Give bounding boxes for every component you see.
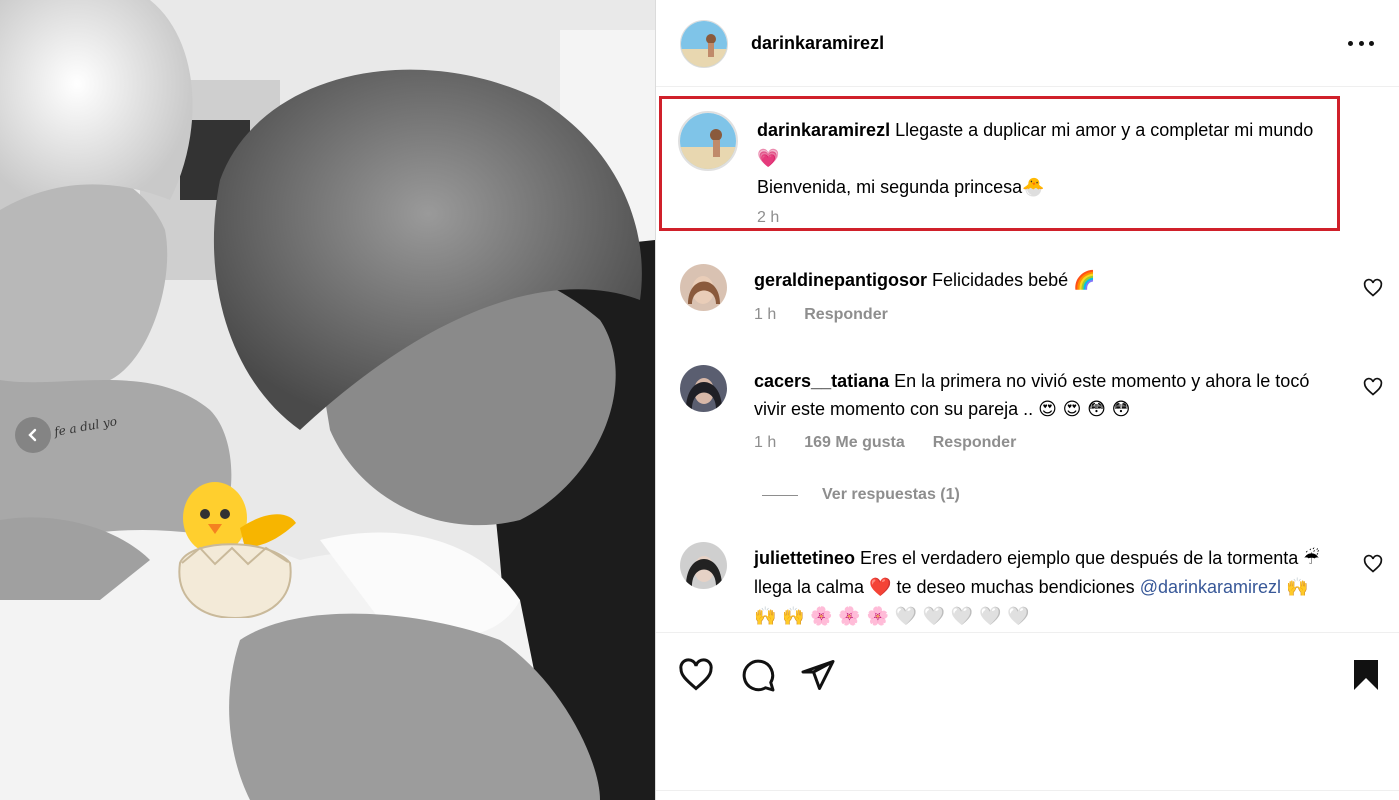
- reply-button[interactable]: Responder: [804, 306, 888, 324]
- heart-icon[interactable]: [678, 657, 714, 693]
- chick-emoji: 🐣: [1022, 177, 1045, 198]
- comment-time[interactable]: 1 h: [754, 434, 776, 452]
- bookmark-icon[interactable]: [1348, 657, 1384, 693]
- umbrella-emoji: ☔: [1303, 548, 1320, 569]
- post-photo[interactable]: fe a dul yo: [0, 0, 655, 800]
- comment-meta: 1 h 169 Me gusta Responder: [754, 434, 1016, 452]
- comment-username[interactable]: geraldinepantigosor: [754, 270, 927, 290]
- comment-body-c: te deseo muchas bendiciones: [896, 577, 1135, 597]
- avatar[interactable]: [678, 111, 738, 171]
- comment-username[interactable]: juliettetineo: [754, 548, 855, 568]
- comment-text: cacers__tatiana En la primera no vivió e…: [754, 367, 1334, 424]
- heart-emoji: 💗: [757, 148, 780, 169]
- comment-body-a: Eres el verdadero ejemplo que después de…: [860, 548, 1299, 568]
- hatching-chick-sticker: [178, 482, 296, 618]
- like-comment-heart-icon[interactable]: [1363, 278, 1383, 298]
- comment-likes[interactable]: 169 Me gusta: [804, 434, 904, 452]
- avatar[interactable]: [680, 365, 727, 412]
- divider: [762, 494, 798, 496]
- post-header: darinkaramirezl: [656, 0, 1399, 87]
- view-replies-button[interactable]: Ver respuestas (1): [762, 486, 960, 504]
- divider: [656, 790, 1399, 791]
- caption-meta: 2 h: [757, 209, 779, 227]
- caption-time[interactable]: 2 h: [757, 209, 779, 227]
- mention-link[interactable]: @darinkaramirezl: [1140, 577, 1281, 597]
- caption-highlight: darinkaramirezl Llegaste a duplicar mi a…: [659, 96, 1340, 231]
- like-comment-heart-icon[interactable]: [1363, 377, 1383, 397]
- avatar[interactable]: [680, 264, 727, 311]
- caption-line1: Llegaste a duplicar mi amor y a completa…: [895, 120, 1314, 140]
- avatar[interactable]: [680, 20, 728, 68]
- comment-text: geraldinepantigosor Felicidades bebé 🌈: [754, 266, 1334, 295]
- action-bar: [656, 632, 1399, 723]
- comment-body-b: llega la calma: [754, 577, 865, 597]
- emoji-sequence: 😍 😍 😳 😳: [1038, 399, 1131, 420]
- chevron-left-icon: [28, 428, 37, 442]
- comment-body: Felicidades bebé: [932, 270, 1069, 290]
- more-options-icon[interactable]: [1348, 38, 1374, 48]
- comment-meta: 1 h Responder: [754, 306, 888, 324]
- previous-image-button[interactable]: [15, 417, 51, 453]
- avatar[interactable]: [680, 542, 727, 589]
- view-replies-label: Ver respuestas (1): [822, 486, 960, 503]
- comment-text: juliettetineo Eres el verdadero ejemplo …: [754, 544, 1334, 631]
- send-icon[interactable]: [800, 657, 836, 693]
- comment-time[interactable]: 1 h: [754, 306, 776, 324]
- like-comment-heart-icon[interactable]: [1363, 554, 1383, 574]
- caption-text: darinkaramirezl Llegaste a duplicar mi a…: [757, 116, 1327, 202]
- comment-icon[interactable]: [740, 657, 776, 693]
- comment-username[interactable]: cacers__tatiana: [754, 371, 889, 391]
- caption-line2: Bienvenida, mi segunda princesa: [757, 177, 1023, 197]
- rainbow-emoji: 🌈: [1073, 270, 1096, 291]
- header-username[interactable]: darinkaramirezl: [751, 33, 884, 54]
- post-side-panel: darinkaramirezl darinkaramirezl Llegaste…: [655, 0, 1399, 800]
- red-heart-emoji: ❤️: [869, 577, 892, 598]
- reply-button[interactable]: Responder: [933, 434, 1017, 452]
- photo-illustration: fe a dul yo: [0, 0, 655, 800]
- caption-username[interactable]: darinkaramirezl: [757, 120, 890, 140]
